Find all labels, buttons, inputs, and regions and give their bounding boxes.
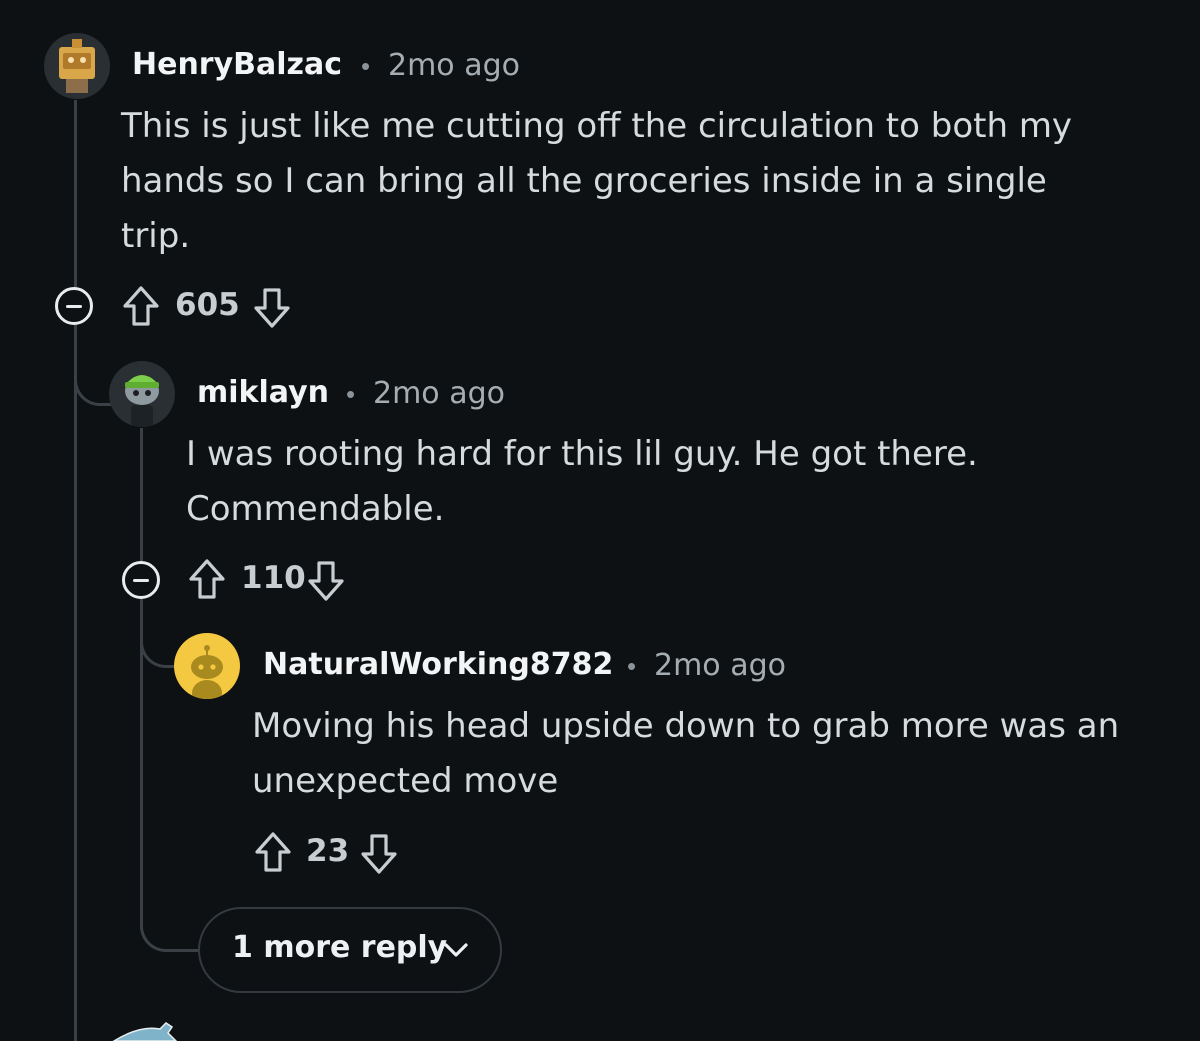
vote-score: 605 (175, 287, 240, 323)
snoo-beanie-avatar-icon (109, 361, 175, 427)
collapse-thread-button[interactable] (122, 561, 160, 599)
comment-timestamp[interactable]: 2mo ago (388, 51, 520, 81)
next-comment-avatar-icon[interactable] (110, 1021, 180, 1041)
comment-body: I was rooting hard for this lil guy. He … (186, 427, 978, 537)
comment-body-line: Moving his head upside down to grab more… (252, 706, 1120, 746)
comment-timestamp[interactable]: 2mo ago (654, 651, 786, 681)
upvote-icon[interactable] (187, 557, 227, 601)
comment-body-line: This is just like me cutting off the cir… (121, 106, 1073, 146)
meta-separator: • (627, 651, 637, 681)
avatar-henrybalzac[interactable] (44, 33, 110, 99)
vote-score: 23 (306, 833, 350, 869)
avatar-naturalworking8782[interactable] (174, 633, 240, 699)
meta-separator: • (361, 51, 371, 81)
upvote-icon[interactable] (253, 830, 293, 874)
comment-author[interactable]: NaturalWorking8782 (263, 650, 613, 680)
box-robot-avatar-icon (44, 33, 110, 99)
comment-author[interactable]: HenryBalzac (132, 50, 342, 80)
collapse-thread-button[interactable] (55, 287, 93, 325)
comment-body-line: Commendable. (186, 489, 445, 529)
comment-body-line: I was rooting hard for this lil guy. He … (186, 434, 978, 474)
chevron-down-icon[interactable] (443, 941, 469, 959)
downvote-icon[interactable] (306, 559, 346, 603)
comment-body-line: unexpected move (252, 761, 559, 801)
thread-connector-1 (74, 340, 112, 406)
thread-connector-2 (140, 598, 178, 668)
comment-timestamp[interactable]: 2mo ago (373, 379, 505, 409)
downvote-icon[interactable] (359, 832, 399, 876)
comment-author[interactable]: miklayn (197, 378, 329, 408)
downvote-icon[interactable] (252, 286, 292, 330)
upvote-icon[interactable] (121, 284, 161, 328)
vote-score: 110 (241, 560, 306, 596)
comment-body-line: hands so I can bring all the groceries i… (121, 161, 1047, 201)
meta-separator: • (346, 379, 356, 409)
thread-connector-more (140, 880, 200, 952)
comment-body: Moving his head upside down to grab more… (252, 699, 1119, 809)
comment-body-line: trip. (121, 216, 191, 256)
thread-line-root (74, 100, 77, 1041)
thread-line-level-2-lower (140, 598, 143, 898)
avatar-miklayn[interactable] (109, 361, 175, 427)
more-replies-label[interactable]: 1 more reply (232, 933, 447, 963)
thread-line-level-2 (140, 428, 143, 566)
default-snoo-yellow-avatar-icon (174, 633, 240, 699)
comment-body: This is just like me cutting off the cir… (121, 99, 1072, 264)
